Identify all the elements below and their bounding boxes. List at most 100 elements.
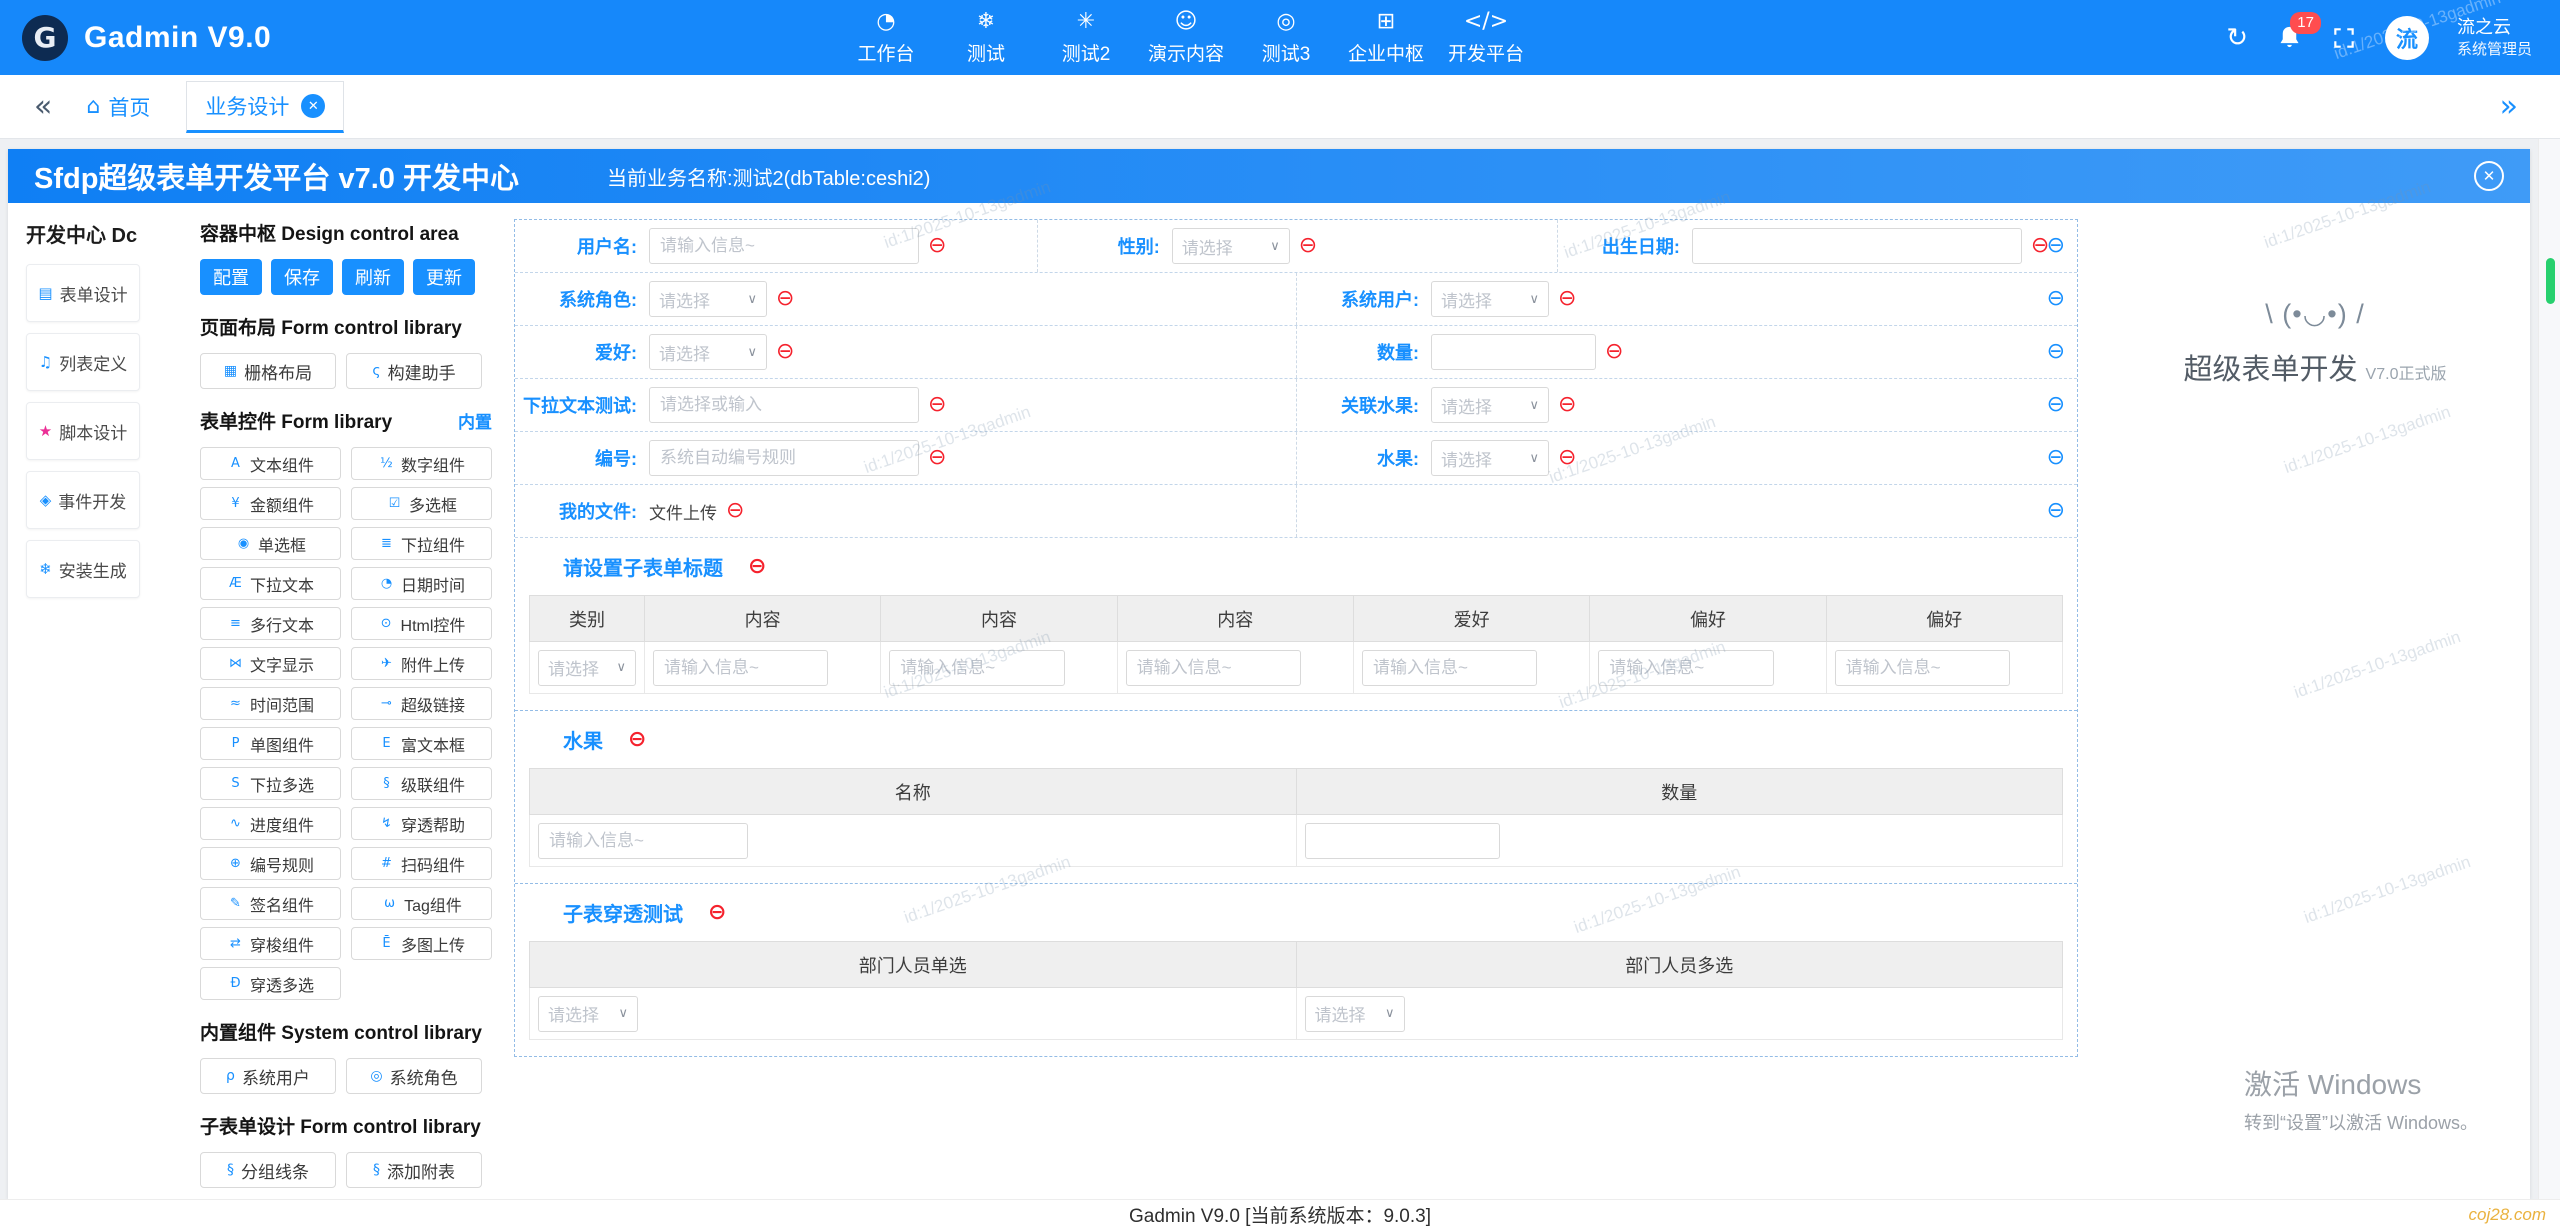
field-related-fruit[interactable]: 关联水果: 请选择∨ ⊖ <box>1296 379 2077 431</box>
remove-row-icon[interactable]: ⊖ <box>2047 341 2065 363</box>
library-component[interactable]: ¥ 金额组件 <box>200 487 341 520</box>
library-component[interactable]: ∿ 进度组件 <box>200 807 341 840</box>
system-component[interactable]: ◎ 系统角色 <box>346 1058 482 1094</box>
remove-field-icon[interactable]: ⊖ <box>1558 394 1576 416</box>
remove-row-icon[interactable]: ⊖ <box>2047 288 2065 310</box>
dept-single-select[interactable]: 请选择∨ <box>538 996 638 1032</box>
hobby-select[interactable]: 请选择∨ <box>649 334 767 370</box>
expand-tabs-icon[interactable]: » <box>2500 89 2518 124</box>
hobby-input[interactable] <box>1362 650 1537 686</box>
field-my-files[interactable]: 我的文件: 文件上传 ⊖ <box>515 485 1296 537</box>
remove-field-icon[interactable]: ⊖ <box>928 235 946 257</box>
user-avatar[interactable]: 流 <box>2385 16 2429 60</box>
scrollbar-thumb[interactable] <box>2546 258 2555 304</box>
library-component[interactable]: ⊙ Html控件 <box>351 607 492 640</box>
fruit-quantity-input[interactable] <box>1305 823 1500 859</box>
remove-section-icon[interactable]: ⊖ <box>748 556 766 578</box>
remove-field-icon[interactable]: ⊖ <box>928 394 946 416</box>
notifications-bell-icon[interactable]: 17 <box>2276 24 2303 51</box>
file-upload-button[interactable]: 文件上传 <box>649 499 717 524</box>
nav-item[interactable]: </> 开发平台 <box>1436 0 1536 75</box>
remove-field-icon[interactable]: ⊖ <box>776 288 794 310</box>
library-component[interactable]: ◔ 日期时间 <box>351 567 492 600</box>
library-component[interactable]: P 单图组件 <box>200 727 341 760</box>
remove-field-icon[interactable]: ⊖ <box>776 341 794 363</box>
system-user-select[interactable]: 请选择∨ <box>1431 281 1549 317</box>
library-component[interactable]: ⊸ 超级链接 <box>351 687 492 720</box>
remove-field-icon[interactable]: ⊖ <box>1558 447 1576 469</box>
category-select[interactable]: 请选择∨ <box>538 650 636 686</box>
dev-center-item[interactable]: ▤ 表单设计 <box>26 264 140 322</box>
related-fruit-select[interactable]: 请选择∨ <box>1431 387 1549 423</box>
field-system-user[interactable]: 系统用户: 请选择∨ ⊖ <box>1296 273 2077 325</box>
library-component[interactable]: ✈ 附件上传 <box>351 647 492 680</box>
fruit-select[interactable]: 请选择∨ <box>1431 440 1549 476</box>
content-input[interactable] <box>653 650 828 686</box>
library-component[interactable]: Æ 下拉文本 <box>200 567 341 600</box>
dev-center-item[interactable]: ★ 脚本设计 <box>26 402 140 460</box>
field-quantity[interactable]: 数量: ⊖ <box>1296 326 2077 378</box>
subform-component[interactable]: § 添加附表 <box>346 1152 482 1188</box>
nav-item[interactable]: ☺ 演示内容 <box>1136 0 1236 75</box>
field-birthdate[interactable]: 出生日期: ⊖ <box>1557 220 2077 272</box>
remove-section-icon[interactable]: ⊖ <box>628 729 646 751</box>
remove-field-icon[interactable]: ⊖ <box>1558 288 1576 310</box>
field-fruit[interactable]: 水果: 请选择∨ ⊖ <box>1296 432 2077 484</box>
system-component[interactable]: ρ 系统用户 <box>200 1058 336 1094</box>
remove-row-icon[interactable]: ⊖ <box>2047 500 2065 522</box>
fruit-name-input[interactable] <box>538 823 748 859</box>
dept-multi-select[interactable]: 请选择∨ <box>1305 996 1405 1032</box>
library-component[interactable]: ½ 数字组件 <box>351 447 492 480</box>
library-component[interactable]: ≣ 下拉组件 <box>351 527 492 560</box>
remove-field-icon[interactable]: ⊖ <box>1299 235 1317 257</box>
library-component[interactable]: ⊕ 编号规则 <box>200 847 341 880</box>
action-button[interactable]: 刷新 <box>342 259 404 295</box>
library-component[interactable]: ◉ 单选框 <box>200 527 341 560</box>
remove-field-icon[interactable]: ⊖ <box>928 447 946 469</box>
nav-item[interactable]: ◎ 测试3 <box>1236 0 1336 75</box>
library-component[interactable]: Đ 穿透多选 <box>200 967 341 1000</box>
library-component[interactable]: S 下拉多选 <box>200 767 341 800</box>
system-role-select[interactable]: 请选择∨ <box>649 281 767 317</box>
nav-item[interactable]: ⊞ 企业中枢 <box>1336 0 1436 75</box>
remove-field-icon[interactable]: ⊖ <box>1605 341 1623 363</box>
library-component[interactable]: ≡ 多行文本 <box>200 607 341 640</box>
remove-row-icon[interactable]: ⊖ <box>2047 447 2065 469</box>
fullscreen-icon[interactable] <box>2331 25 2357 51</box>
dropdown-text-input[interactable] <box>649 387 919 423</box>
layout-button[interactable]: ς 构建助手 <box>346 353 482 389</box>
birthdate-input[interactable] <box>1692 228 2022 264</box>
library-component[interactable]: # 扫码组件 <box>351 847 492 880</box>
nav-item[interactable]: ❄ 测试 <box>936 0 1036 75</box>
dev-center-item[interactable]: ◈ 事件开发 <box>26 471 140 529</box>
layout-button[interactable]: ▦ 栅格布局 <box>200 353 336 389</box>
field-hobby[interactable]: 爱好: 请选择∨ ⊖ <box>515 326 1296 378</box>
content-input[interactable] <box>1126 650 1301 686</box>
action-button[interactable]: 保存 <box>271 259 333 295</box>
tab-business-design[interactable]: 业务设计 ✕ <box>186 81 344 133</box>
quantity-input[interactable] <box>1431 334 1596 370</box>
close-tab-icon[interactable]: ✕ <box>301 94 325 118</box>
field-serial-number[interactable]: 编号: ⊖ <box>515 432 1296 484</box>
field-username[interactable]: 用户名: ⊖ <box>515 220 1037 272</box>
library-component[interactable]: ✎ 签名组件 <box>200 887 341 920</box>
library-component[interactable]: ⋈ 文字显示 <box>200 647 341 680</box>
action-button[interactable]: 更新 <box>413 259 475 295</box>
close-designer-icon[interactable]: ✕ <box>2474 161 2504 191</box>
library-component[interactable]: ω Tag组件 <box>351 887 492 920</box>
library-component[interactable]: E 富文本框 <box>351 727 492 760</box>
builtin-badge[interactable]: 内置 <box>458 408 492 433</box>
dev-center-item[interactable]: ♫ 列表定义 <box>26 333 140 391</box>
subform-component[interactable]: § 分组线条 <box>200 1152 336 1188</box>
field-dropdown-text-test[interactable]: 下拉文本测试: ⊖ <box>515 379 1296 431</box>
remove-row-icon[interactable]: ⊖ <box>2047 394 2065 416</box>
library-component[interactable]: ≈ 时间范围 <box>200 687 341 720</box>
nav-item[interactable]: ✳ 测试2 <box>1036 0 1136 75</box>
dev-center-item[interactable]: ❄ 安装生成 <box>26 540 140 598</box>
remove-field-icon[interactable]: ⊖ <box>726 500 744 522</box>
nav-item[interactable]: ◔ 工作台 <box>836 0 936 75</box>
library-component[interactable]: ⇄ 穿梭组件 <box>200 927 341 960</box>
library-component[interactable]: ☑ 多选框 <box>351 487 492 520</box>
library-component[interactable]: ↯ 穿透帮助 <box>351 807 492 840</box>
library-component[interactable]: § 级联组件 <box>351 767 492 800</box>
